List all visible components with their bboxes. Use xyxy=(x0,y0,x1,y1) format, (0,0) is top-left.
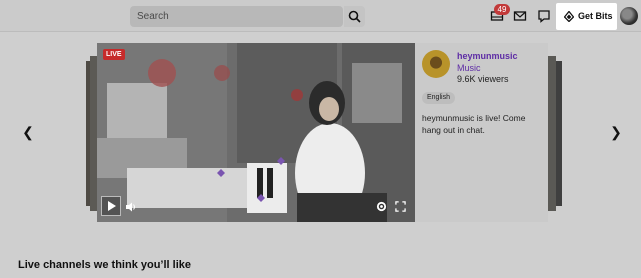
user-avatar[interactable] xyxy=(620,7,638,25)
carousel-card-right-2[interactable] xyxy=(556,61,562,206)
get-bits-button[interactable]: Get Bits xyxy=(556,3,617,30)
stream-info-panel: heymunmusic Music 9.6K viewers English h… xyxy=(415,43,548,222)
get-bits-label: Get Bits xyxy=(578,11,613,21)
stream-thumbnail xyxy=(97,43,415,222)
search-input[interactable]: Search xyxy=(130,6,343,27)
play-button[interactable] xyxy=(101,196,121,216)
search-button[interactable] xyxy=(344,6,365,27)
featured-stream-video[interactable]: LIVE xyxy=(97,43,415,222)
tag-english[interactable]: English xyxy=(422,92,455,104)
stream-description: heymunmusic is live! Come hang out in ch… xyxy=(422,113,526,135)
notifications-badge: 49 xyxy=(494,4,510,15)
section-title-live-channels: Live channels we think you’ll like xyxy=(18,259,191,271)
settings-gear-icon[interactable] xyxy=(376,201,387,212)
carousel-next-arrow-icon[interactable]: ❯ xyxy=(610,125,622,139)
channel-avatar[interactable] xyxy=(422,50,450,78)
play-icon xyxy=(108,201,116,211)
carousel-prev-arrow-icon[interactable]: ❮ xyxy=(22,125,34,139)
live-badge: LIVE xyxy=(103,49,125,60)
top-nav: Search 49 Get Bits xyxy=(0,0,641,32)
channel-name-link[interactable]: heymunmusic xyxy=(457,51,518,61)
bits-icon xyxy=(564,11,574,22)
search-icon xyxy=(348,10,361,23)
viewer-count: 9.6K viewers xyxy=(457,74,509,84)
category-link[interactable]: Music xyxy=(457,63,481,73)
volume-icon[interactable] xyxy=(125,201,137,213)
carousel-card-right-1[interactable] xyxy=(548,56,556,211)
inbox-icon[interactable] xyxy=(513,9,527,23)
whispers-icon[interactable] xyxy=(537,9,551,23)
fullscreen-icon[interactable] xyxy=(395,201,406,212)
